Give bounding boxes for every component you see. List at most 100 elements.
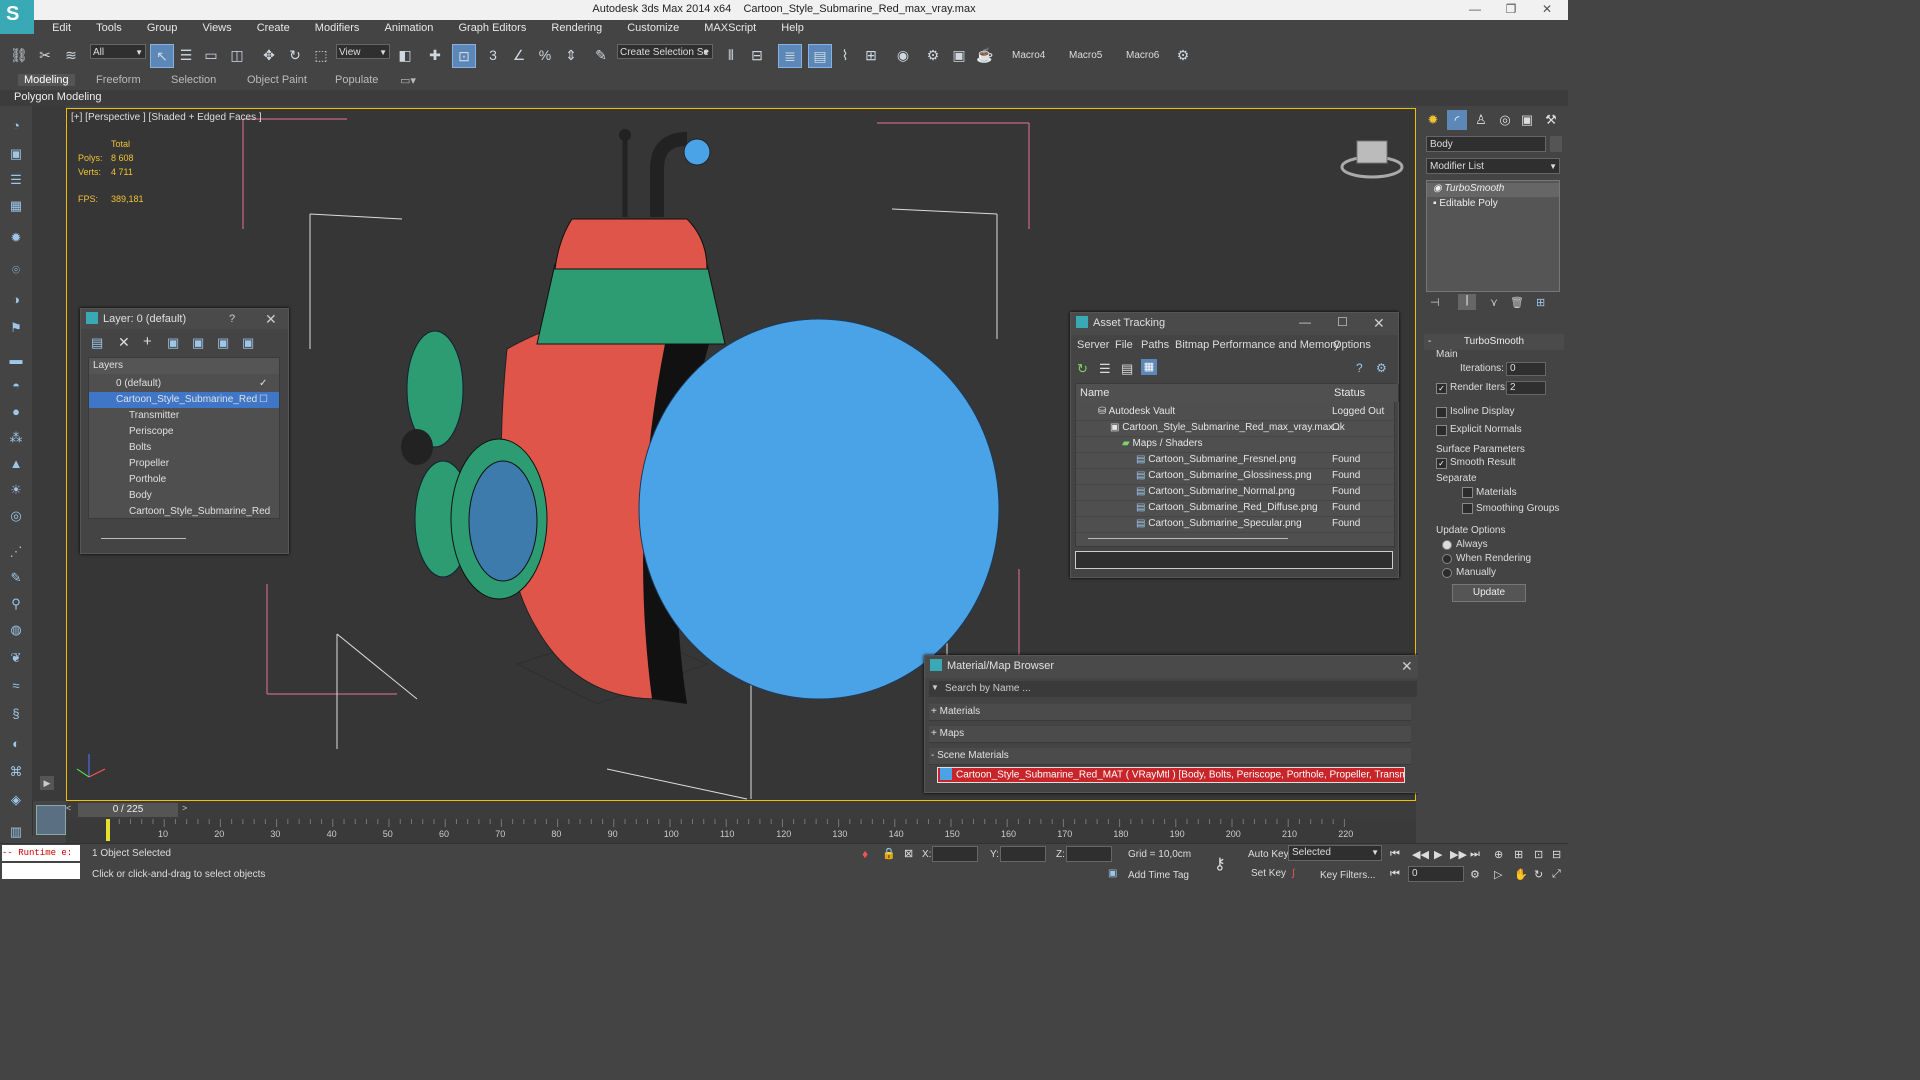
manually-radio[interactable] (1442, 568, 1452, 578)
mini-listener-icon[interactable] (36, 805, 66, 835)
bind-spacewarp-icon[interactable]: ≋ (60, 44, 82, 66)
asset-row[interactable]: ▤ Cartoon_Submarine_Normal.png Found (1076, 484, 1394, 501)
script-icon[interactable]: ⌘ (6, 762, 26, 782)
object-name-field[interactable]: Body (1426, 136, 1546, 152)
bones-icon[interactable]: ⚲ (6, 594, 26, 614)
current-frame-field[interactable]: 0 (1408, 866, 1464, 882)
sun-icon[interactable]: ☀ (6, 480, 26, 500)
menu-graph-editors[interactable]: Graph Editors (447, 20, 537, 36)
asset-row[interactable]: ⛁ Autodesk Vault Logged Out ... (1076, 404, 1394, 433)
next-key-icon[interactable]: ▶▶ (1450, 848, 1467, 861)
search-bar[interactable]: ▼ Search by Name ... (929, 681, 1417, 697)
layer-panel-close-button[interactable]: ✕ (265, 311, 277, 328)
move-icon[interactable]: ✥ (258, 44, 280, 66)
spinner-snap-icon[interactable]: ⇕ (560, 44, 582, 66)
layer-manager-icon[interactable]: ≣ (778, 44, 802, 68)
asset-panel-titlebar[interactable]: Asset Tracking — ☐ ✕ (1071, 313, 1398, 335)
maps-group[interactable]: + Maps (929, 726, 1411, 743)
hierarchy-tab-icon[interactable]: ♙ (1472, 112, 1490, 130)
tree-view-icon[interactable]: ▤ (1121, 361, 1133, 377)
layer-row[interactable]: Transmitter (89, 408, 279, 424)
scrollbar[interactable] (1088, 538, 1288, 539)
utilities-tab-icon[interactable]: ⚒ (1542, 112, 1560, 130)
app-logo[interactable]: S (0, 0, 34, 34)
modifier-list-dropdown[interactable]: Modifier List ▼ (1426, 158, 1560, 174)
tab-freeform[interactable]: Freeform (96, 74, 141, 86)
asset-row[interactable]: ▤ Cartoon_Submarine_Red_Diffuse.png Found (1076, 500, 1394, 517)
settings-icon[interactable]: ⚙ (1376, 361, 1387, 375)
isoline-checkbox[interactable] (1436, 407, 1447, 418)
z-field[interactable] (1066, 846, 1112, 862)
menu-create[interactable]: Create (246, 20, 301, 36)
layer-row[interactable]: 0 (default) ✓ (89, 376, 279, 392)
align-icon[interactable]: ⊟ (746, 44, 768, 66)
asset-row[interactable]: ▤ Cartoon_Submarine_Specular.png Found (1076, 516, 1394, 533)
menu-edit[interactable]: Edit (41, 20, 82, 36)
link-icon[interactable]: ⛓ (8, 44, 30, 66)
asset-row[interactable]: ▣ Cartoon_Style_Submarine_Red_max_vray.m… (1076, 420, 1394, 437)
play-button-icon[interactable]: ▶ (1434, 848, 1442, 861)
create-tab-icon[interactable]: ✹ (1424, 112, 1442, 130)
sphere-icon[interactable]: ● (6, 402, 26, 422)
pivot-icon[interactable]: ◧ (394, 44, 416, 66)
materials-group[interactable]: + Materials (929, 704, 1411, 721)
iterations-spinner[interactable]: 0 (1506, 362, 1546, 376)
rendered-frame-icon[interactable]: ▣ (948, 44, 970, 66)
search-input[interactable]: Search by Name ... (945, 683, 1031, 694)
camera-icon[interactable]: ⌾ (6, 260, 26, 280)
layer-row[interactable]: Periscope (89, 424, 279, 440)
modify-tab-icon[interactable]: ◜ (1447, 110, 1467, 130)
key-icon[interactable]: ⚷ (1214, 854, 1226, 874)
material-browser-close-button[interactable]: ✕ (1401, 658, 1413, 675)
render-iters-checkbox[interactable]: ✓ (1436, 383, 1447, 394)
snap-toggle-icon[interactable]: 3 (482, 44, 504, 66)
zoom-icon[interactable]: ⊕ (1494, 848, 1503, 861)
minimize-button[interactable]: — (1460, 2, 1490, 18)
delete-layer-icon[interactable]: ✕ (118, 334, 130, 351)
maximize-icon[interactable]: ☐ (1337, 315, 1348, 329)
when-rendering-radio[interactable] (1442, 554, 1452, 564)
menu-customize[interactable]: Customize (616, 20, 690, 36)
key-curve-icon[interactable]: ∫ (1292, 868, 1295, 879)
goto-end-icon[interactable]: ⏭ (1470, 848, 1480, 861)
orbit-icon[interactable]: ↻ (1534, 868, 1543, 881)
menu-animation[interactable]: Animation (373, 20, 444, 36)
maxscript-listener[interactable]: -- Runtime e: (2, 845, 80, 861)
box-icon[interactable]: ▬ (6, 350, 26, 370)
scene-materials-group[interactable]: - Scene Materials (929, 748, 1411, 765)
y-field[interactable] (1000, 846, 1046, 862)
angle-snap-icon[interactable]: ∠ (508, 44, 530, 66)
make-unique-icon[interactable]: ⋎ (1490, 296, 1498, 309)
key-filters-button[interactable]: Key Filters... (1320, 870, 1376, 881)
refresh-icon[interactable]: ↻ (1077, 361, 1088, 377)
particle-icon[interactable]: ⁂ (6, 428, 26, 448)
help-button[interactable]: ? (229, 313, 235, 325)
trash-icon[interactable]: ▥ (6, 822, 26, 842)
percent-snap-icon[interactable]: % (534, 44, 556, 66)
goto-start-icon[interactable]: ⏮ (1390, 848, 1400, 861)
layer-row[interactable]: Bolts (89, 440, 279, 456)
status-column-header[interactable]: Status (1330, 384, 1399, 402)
list-icon[interactable]: ☰ (6, 170, 26, 190)
highlight-selected-icon[interactable]: ▣ (192, 335, 204, 351)
isolate-icon[interactable]: ♦ (862, 847, 868, 861)
rect-selection-icon[interactable]: ▭ (200, 44, 222, 66)
list-view-icon[interactable]: ☰ (1099, 361, 1111, 377)
zoom-extents-all-icon[interactable]: ⊟ (1552, 848, 1561, 861)
asset-path-field[interactable] (1075, 551, 1393, 569)
frame-display[interactable]: 0 / 225 (78, 803, 178, 817)
auto-key-button[interactable]: Auto Key (1248, 849, 1289, 860)
menu-modifiers[interactable]: Modifiers (304, 20, 371, 36)
play-icon[interactable]: ▶ (40, 776, 54, 790)
settings-gear-icon[interactable]: ⚙ (1172, 44, 1194, 66)
minimize-icon[interactable]: — (1299, 315, 1311, 329)
asset-row[interactable]: ▤ Cartoon_Submarine_Fresnel.png Found (1076, 452, 1394, 469)
paint-icon[interactable]: ✎ (6, 568, 26, 588)
show-end-result-icon[interactable]: | (1458, 294, 1476, 310)
plant-icon[interactable]: ❦ (6, 648, 26, 668)
add-time-tag[interactable]: Add Time Tag (1128, 870, 1189, 881)
film-icon[interactable]: ⚑ (6, 318, 26, 338)
dropdown-arrow-icon[interactable]: ▼ (931, 683, 939, 692)
close-button[interactable]: ✕ (1532, 2, 1562, 18)
macro5-button[interactable]: Macro5 (1069, 50, 1102, 61)
